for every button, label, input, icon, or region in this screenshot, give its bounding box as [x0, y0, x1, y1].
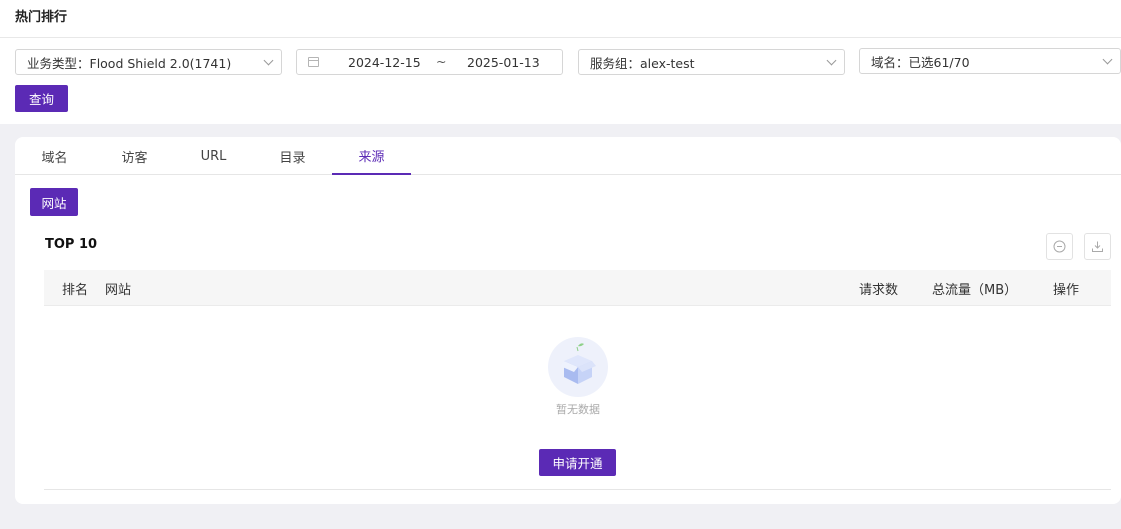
filter-panel: 热门排行 业务类型：Flood Shield 2.0(1741) 2024-12… — [0, 0, 1121, 124]
title-divider — [0, 37, 1121, 38]
column-website: 网站 — [105, 283, 132, 298]
empty-state-text: 暂无数据 — [556, 403, 600, 416]
calendar-icon — [308, 57, 319, 67]
column-traffic: 总流量（MB） — [932, 283, 1018, 298]
service-group-select[interactable]: 服务组：alex-test — [578, 49, 845, 75]
query-button[interactable]: 查询 — [15, 85, 68, 112]
ranking-card: 域名 访客 URL 目录 来源 网站 TOP 10 排名 网站 请求数 总流量（… — [15, 137, 1121, 504]
subtab-website[interactable]: 网站 — [30, 188, 78, 216]
apply-button[interactable]: 申请开通 — [539, 449, 616, 476]
business-type-value: 业务类型：Flood Shield 2.0(1741) — [27, 55, 232, 71]
chevron-down-icon — [1102, 54, 1113, 65]
column-actions: 操作 — [1053, 283, 1080, 298]
date-separator: ~ — [436, 54, 447, 69]
business-type-select[interactable]: 业务类型：Flood Shield 2.0(1741) — [15, 49, 282, 75]
chevron-down-icon — [263, 55, 274, 66]
date-end[interactable]: 2025-01-13 — [467, 55, 540, 70]
tab-bar: 域名 访客 URL 目录 来源 — [15, 137, 1121, 175]
date-range-picker[interactable]: 2024-12-15 ~ 2025-01-13 — [296, 49, 563, 75]
empty-box-icon — [548, 337, 608, 397]
table-bottom-divider — [44, 489, 1111, 490]
tab-directory[interactable]: 目录 — [253, 137, 332, 175]
page-title: 热门排行 — [15, 10, 68, 25]
service-group-value: 服务组：alex-test — [590, 55, 695, 71]
tab-domain[interactable]: 域名 — [15, 137, 94, 175]
column-requests: 请求数 — [859, 283, 899, 298]
section-title: TOP 10 — [45, 237, 98, 252]
collapse-button[interactable] — [1046, 233, 1073, 260]
minus-circle-icon — [1053, 240, 1066, 253]
tab-visitor[interactable]: 访客 — [95, 137, 174, 175]
table-header: 排名 网站 请求数 总流量（MB） 操作 — [44, 270, 1111, 306]
domain-select[interactable]: 域名：已选61/70 — [859, 48, 1121, 74]
download-icon — [1092, 241, 1103, 252]
tab-source[interactable]: 来源 — [332, 137, 411, 175]
domain-value: 域名：已选61/70 — [871, 54, 970, 70]
date-start[interactable]: 2024-12-15 — [348, 55, 421, 70]
download-button[interactable] — [1084, 233, 1111, 260]
tab-url[interactable]: URL — [174, 137, 253, 175]
column-rank: 排名 — [62, 283, 89, 298]
chevron-down-icon — [826, 55, 837, 66]
